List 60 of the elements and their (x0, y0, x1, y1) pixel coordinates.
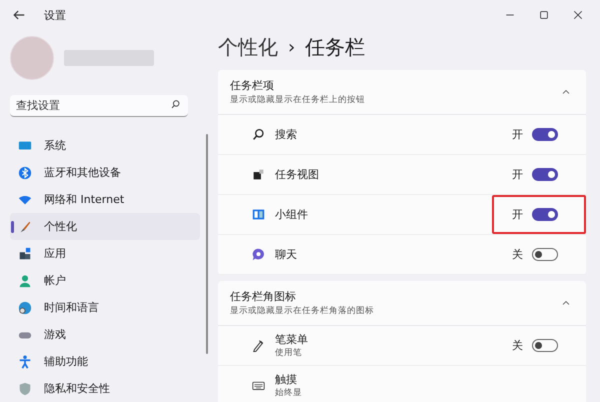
person-icon (18, 274, 32, 288)
setting-label: 笔菜单 (275, 332, 309, 347)
nav-item[interactable]: 帐户 (10, 267, 200, 294)
keyboard-icon (252, 379, 265, 392)
monitor-icon (18, 138, 32, 152)
setting-label: 任务视图 (275, 167, 320, 182)
back-arrow-icon[interactable] (12, 8, 26, 22)
setting-description: 使用笔 (275, 347, 303, 359)
section-title: 任务栏角图标 (230, 289, 297, 304)
chat-icon (252, 248, 265, 261)
toggle-state-label: 关 (512, 247, 523, 262)
setting-label: 触摸 (275, 372, 298, 387)
shield-icon (18, 382, 32, 396)
section-description: 显示或隐藏显示在任务栏角落的图标 (230, 305, 375, 317)
scrollbar[interactable] (206, 134, 208, 354)
selection-indicator (11, 221, 14, 233)
toggle-state-label: 开 (512, 127, 523, 142)
task-view-icon (252, 168, 265, 181)
nav-item[interactable]: 网络和 Internet (10, 186, 200, 213)
search-field[interactable]: 查找设置 (10, 95, 188, 117)
section-title: 任务栏项 (230, 78, 275, 93)
globe-clock-icon (18, 300, 32, 314)
search-icon (252, 128, 265, 141)
toggle-switch[interactable] (532, 248, 558, 261)
nav-item[interactable]: 辅助功能 (10, 348, 200, 375)
setting-label: 小组件 (275, 207, 309, 222)
setting-label: 搜索 (275, 127, 298, 142)
pen-icon (252, 339, 265, 352)
section-header[interactable]: 任务栏项 显示或隐藏显示在任务栏上的按钮 (218, 70, 586, 115)
nav-item[interactable]: 游戏 (10, 321, 200, 348)
avatar (10, 36, 54, 80)
toggle-switch[interactable] (532, 128, 558, 141)
toggle-switch[interactable] (532, 208, 558, 221)
apps-icon (18, 246, 32, 260)
nav-item[interactable]: 隐私和安全性 (10, 375, 200, 402)
nav-item[interactable]: 应用 (10, 240, 200, 267)
toggle-state-label: 开 (512, 167, 523, 182)
nav-item[interactable]: 时间和语言 (10, 294, 200, 321)
search-icon (170, 99, 181, 110)
bluetooth-icon (18, 166, 32, 180)
toggle-switch[interactable] (532, 339, 558, 352)
page-title: 任务栏 (305, 34, 366, 60)
toggle-state-label: 开 (512, 207, 523, 222)
window-title: 设置 (44, 8, 66, 22)
maximize-icon[interactable] (538, 9, 550, 21)
section-header[interactable]: 任务栏角图标 显示或隐藏显示在任务栏角落的图标 (218, 281, 586, 326)
breadcrumb-separator: › (288, 36, 296, 58)
brush-icon (18, 220, 32, 234)
close-icon[interactable] (572, 9, 584, 21)
toggle-switch[interactable] (532, 168, 558, 181)
widgets-icon (252, 208, 265, 221)
accessibility-icon (18, 354, 32, 368)
setting-description: 始终显 (275, 387, 303, 399)
toggle-state-label: 关 (512, 338, 523, 353)
nav-item[interactable]: 蓝牙和其他设备 (10, 159, 200, 186)
section-description: 显示或隐藏显示在任务栏上的按钮 (230, 94, 366, 106)
nav-item[interactable]: 个性化 (10, 213, 200, 240)
breadcrumb-link[interactable]: 个性化 (218, 34, 278, 60)
setting-label: 聊天 (275, 247, 298, 262)
nav-item[interactable]: 系统 (10, 132, 200, 159)
